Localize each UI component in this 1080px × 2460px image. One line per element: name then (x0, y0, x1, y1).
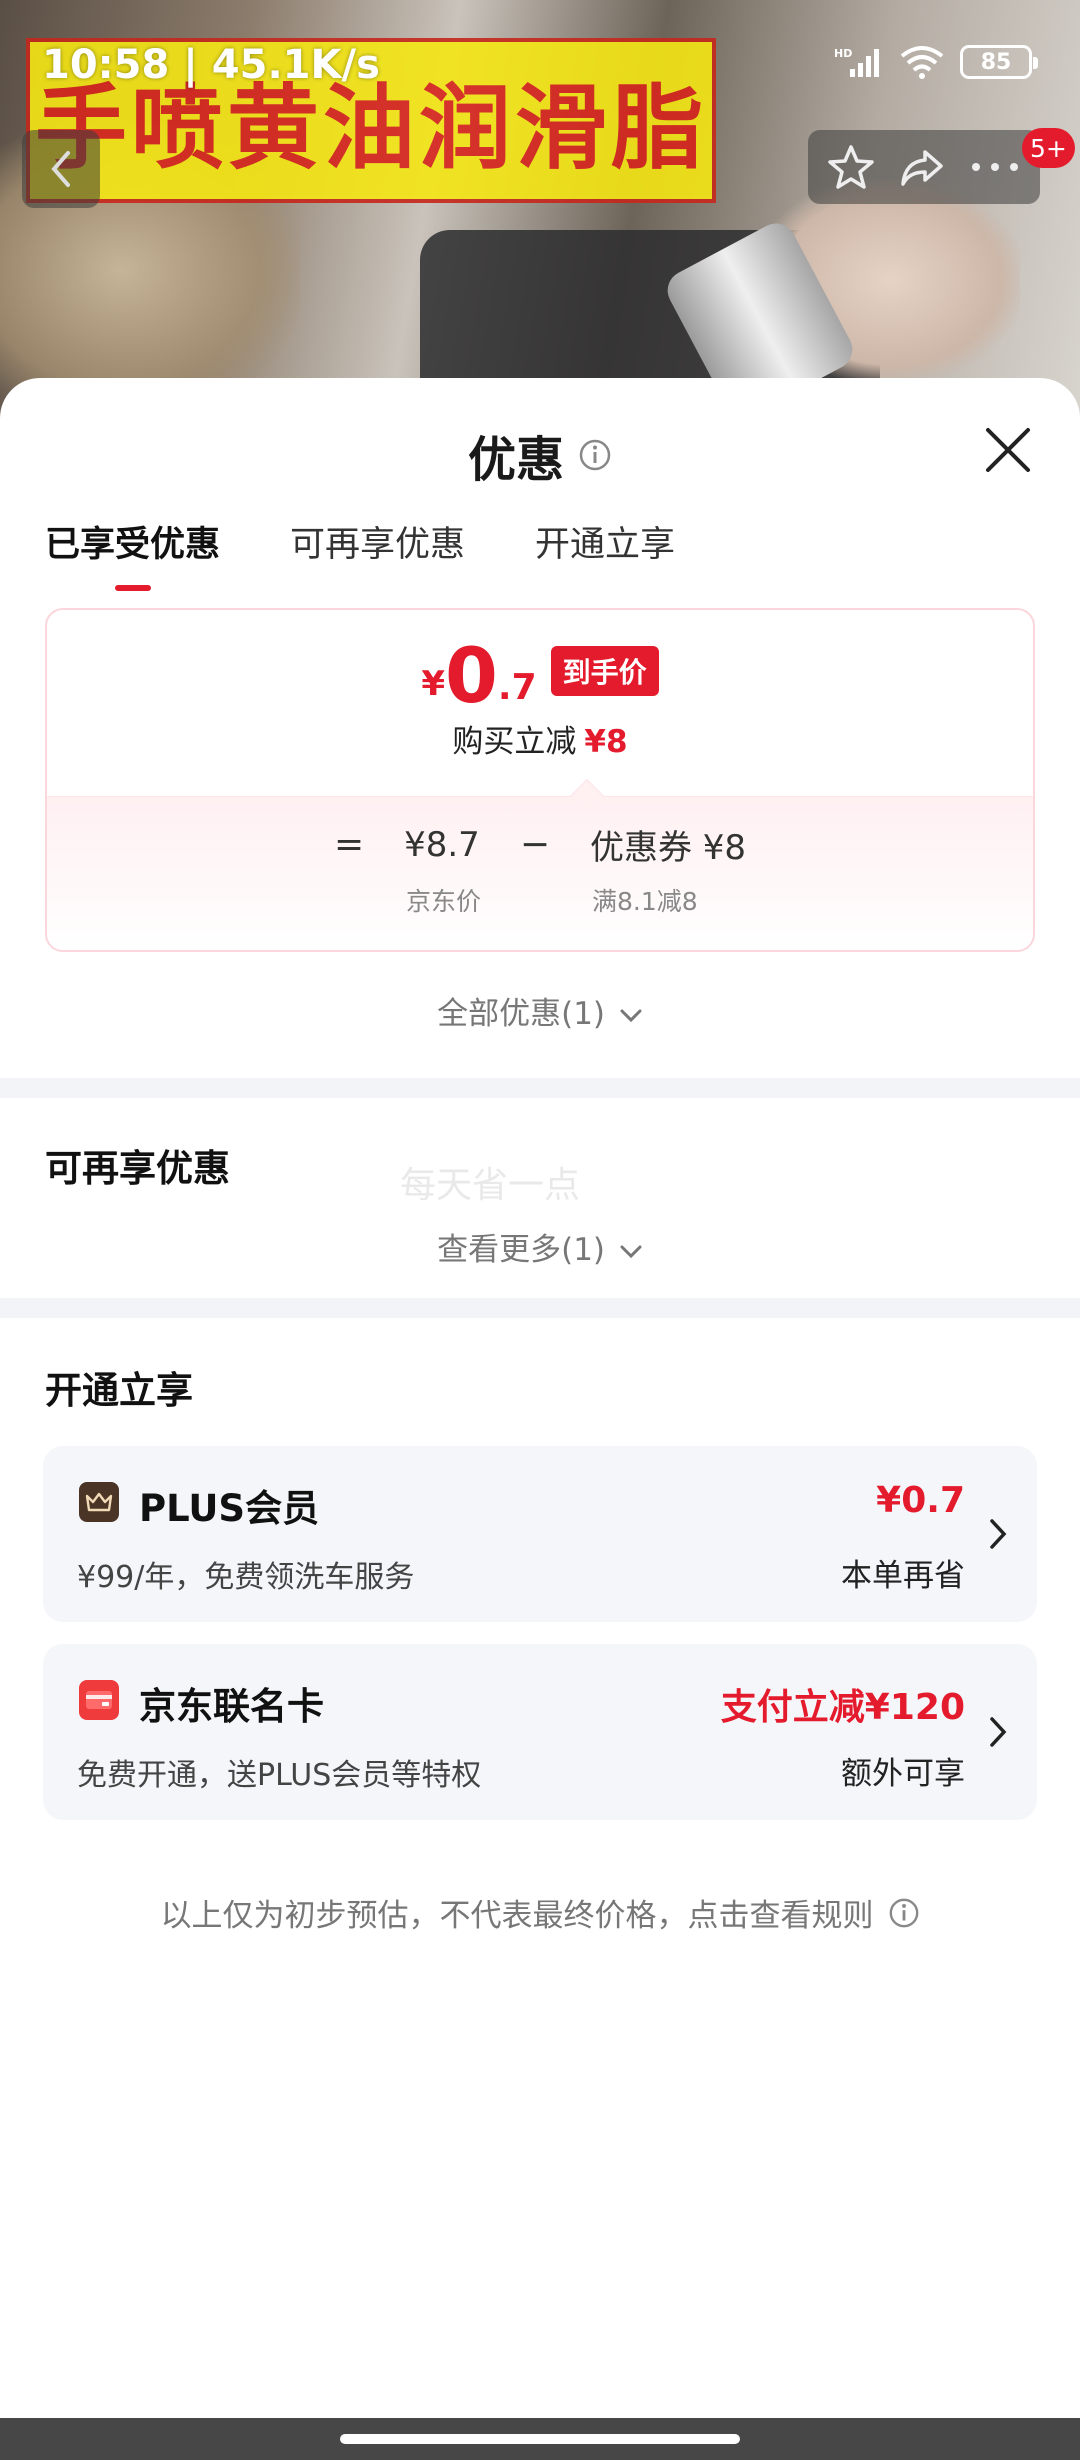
section-divider (0, 1298, 1080, 1318)
disclaimer-link[interactable]: 以上仅为初步预估，不代表最终价格，点击查看规则 (0, 1890, 1080, 1935)
jd-price-label: 京东价 (406, 887, 482, 916)
final-price-card: ¥ 0 .7 到手价 购买立减 ¥8 = ¥8.7 − 优惠券 ¥8 京东价 满8… (45, 608, 1035, 952)
plus-member-sub: 本单再省 (841, 1558, 965, 1594)
info-icon (889, 1898, 918, 1927)
jd-price-value: ¥8.7 (404, 824, 480, 865)
battery-indicator: 85 (960, 45, 1038, 79)
coupon-label: 满8.1减8 (592, 887, 698, 916)
disclaimer-text: 以上仅为初步预估，不代表最终价格，点击查看规则 (160, 1898, 874, 1934)
watermark-text: 每天省一点 (400, 1165, 581, 1206)
plus-member-amount: ¥0.7 (876, 1480, 965, 1521)
svg-text:HD: HD (834, 47, 852, 60)
close-icon[interactable] (980, 422, 1036, 478)
buy-reduce-label: 购买立减 (452, 724, 577, 760)
buy-reduce-value: ¥8 (584, 724, 628, 760)
credit-card-icon (79, 1680, 119, 1720)
final-price: ¥ 0 .7 到手价 (47, 638, 1033, 714)
currency-symbol: ¥ (421, 664, 446, 704)
chevron-left-icon (51, 151, 70, 187)
back-button[interactable] (22, 130, 100, 208)
jd-cobrand-amount: 支付立减¥120 (720, 1687, 965, 1728)
chevron-right-icon (990, 1717, 1007, 1747)
open-enjoy-title: 开通立享 (45, 1369, 193, 1412)
buy-reduce-line: 购买立减 ¥8 (47, 716, 1033, 761)
see-more-toggle[interactable]: 查看更多(1) (0, 1224, 1080, 1269)
notification-badge: 5+ (1022, 128, 1075, 168)
tab-more-offers[interactable]: 可再享优惠 (290, 516, 465, 591)
all-offers-label: 全部优惠(1) (437, 996, 606, 1032)
see-more-label: 查看更多(1) (437, 1232, 606, 1268)
chevron-down-icon (620, 1009, 642, 1022)
chevron-right-icon (990, 1519, 1007, 1549)
status-bar: 10:58 | 45.1K/s HD 85 (0, 0, 1080, 130)
sheet-header: 优惠 (0, 420, 1080, 490)
signal-icon: HD (834, 47, 879, 77)
wifi-icon (900, 46, 944, 79)
tab-open-enjoy[interactable]: 开通立享 (535, 516, 675, 591)
plus-member-card[interactable]: PLUS会员 ¥99/年，免费领洗车服务 ¥0.7 本单再省 (43, 1446, 1037, 1622)
all-offers-toggle[interactable]: 全部优惠(1) (0, 988, 1080, 1033)
plus-member-name: PLUS会员 (139, 1487, 320, 1530)
more-offers-title: 可再享优惠 (45, 1147, 230, 1190)
top-action-bar (808, 130, 1040, 204)
final-price-decimal: .7 (497, 667, 537, 708)
status-time: 10:58 | 45.1K/s (42, 42, 380, 88)
jd-cobrand-sub: 额外可享 (841, 1756, 965, 1792)
minus-sign: − (519, 824, 550, 865)
sheet-title: 优惠 (467, 432, 564, 488)
tab-enjoyed-offers[interactable]: 已享受优惠 (45, 516, 220, 591)
more-icon[interactable] (968, 157, 1022, 177)
price-formula: = ¥8.7 − 优惠券 ¥8 (47, 820, 1033, 869)
jd-cobrand-name: 京东联名卡 (139, 1685, 324, 1728)
discount-sheet: 优惠 已享受优惠 可再享优惠 开通立享 ¥ 0 .7 到手价 购买立减 ¥8 = … (0, 378, 1080, 2418)
crown-icon (79, 1482, 119, 1522)
share-icon[interactable] (897, 142, 947, 192)
chevron-down-icon (620, 1245, 642, 1258)
section-divider (0, 1078, 1080, 1098)
star-icon[interactable] (826, 142, 876, 192)
equals-sign: = (333, 824, 365, 865)
final-price-integer: 0 (445, 631, 498, 720)
info-icon[interactable] (578, 438, 612, 472)
jd-cobrand-desc: 免费开通，送PLUS会员等特权 (77, 1758, 482, 1793)
tab-bar: 已享受优惠 可再享优惠 开通立享 (45, 516, 675, 591)
coupon-value: 优惠券 ¥8 (589, 828, 747, 868)
home-gesture-handle[interactable] (340, 2434, 740, 2444)
final-price-tag: 到手价 (550, 646, 659, 696)
status-icons: HD 85 (834, 44, 1038, 80)
jd-cobrand-card[interactable]: 京东联名卡 免费开通，送PLUS会员等特权 支付立减¥120 额外可享 (43, 1644, 1037, 1820)
plus-member-desc: ¥99/年，免费领洗车服务 (77, 1560, 415, 1595)
